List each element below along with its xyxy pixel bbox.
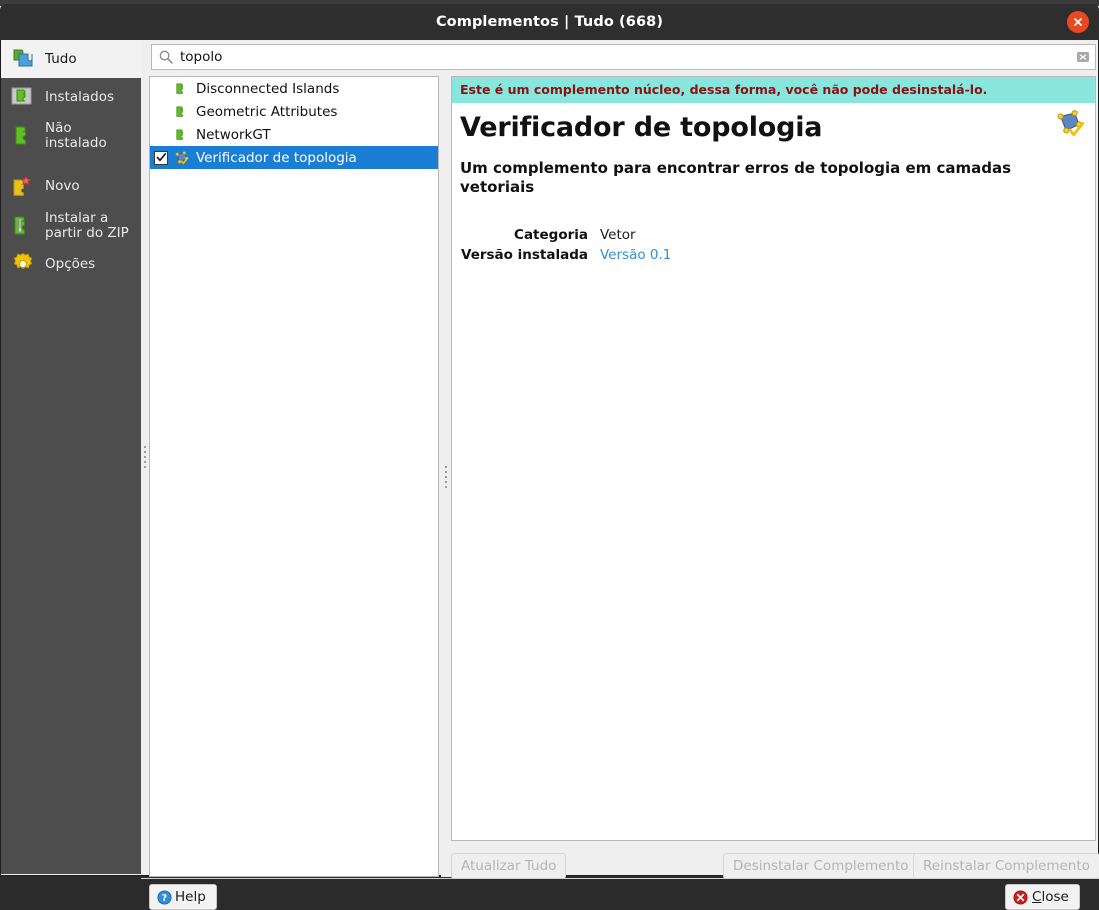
detail-content: Verificador de topologia Um complemento … xyxy=(452,104,1095,265)
sidebar-splitter[interactable] xyxy=(141,40,149,874)
window-titlebar: Complementos | Tudo (668) xyxy=(0,4,1099,40)
sidebar-item-instalar-zip[interactable]: Instalar a partir do ZIP xyxy=(1,206,141,246)
search-row xyxy=(151,44,1096,72)
search-field[interactable] xyxy=(151,44,1096,70)
gear-icon xyxy=(9,250,37,278)
plugin-green-icon xyxy=(173,103,190,120)
plugin-detail-panel: Este é um complemento núcleo, dessa form… xyxy=(451,76,1096,841)
table-row: Versão instalada Versão 0.1 xyxy=(460,245,671,265)
sidebar-item-label: Instalados xyxy=(45,88,115,105)
help-button-label: Help xyxy=(175,889,206,905)
footer-separator xyxy=(141,878,1099,879)
search-icon xyxy=(159,50,173,64)
window-close-button[interactable] xyxy=(1067,11,1089,33)
meta-key: Categoria xyxy=(514,227,588,244)
close-icon xyxy=(1013,889,1028,905)
list-item-label: Geometric Attributes xyxy=(196,103,338,120)
help-button[interactable]: ? Help xyxy=(149,884,217,910)
list-item[interactable]: NetworkGT xyxy=(150,123,438,146)
meta-key: Versão instalada xyxy=(461,247,588,264)
sidebar-item-label: Tudo xyxy=(45,50,77,67)
close-icon xyxy=(1074,18,1082,26)
list-item[interactable]: Verificador de topologia xyxy=(150,146,438,169)
list-item-label: Verificador de topologia xyxy=(196,149,357,166)
sidebar-item-opcoes[interactable]: Opções xyxy=(1,245,141,283)
list-item-label: Disconnected Islands xyxy=(196,80,340,97)
help-icon: ? xyxy=(157,889,172,905)
sidebar-item-label: Instalar a partir do ZIP xyxy=(45,209,129,241)
splitter-grip-icon xyxy=(144,446,146,468)
plugin-zip-icon xyxy=(9,212,37,240)
table-row: Categoria Vetor xyxy=(460,225,671,245)
plugin-list[interactable]: Disconnected Islands Geometric Attribute… xyxy=(149,76,439,877)
core-plugin-banner: Este é um complemento núcleo, dessa form… xyxy=(452,77,1095,104)
sidebar-item-label: Não instalado xyxy=(45,120,107,151)
list-item[interactable]: Disconnected Islands xyxy=(150,77,438,100)
splitter-grip-icon xyxy=(445,465,447,488)
dialog-body: Tudo Instalados Não instalado Novo Insta… xyxy=(0,40,1099,910)
check-icon xyxy=(156,153,166,162)
list-detail-splitter[interactable] xyxy=(441,76,451,877)
list-item-label: NetworkGT xyxy=(196,126,271,143)
list-item[interactable]: Geometric Attributes xyxy=(150,100,438,123)
topology-checker-icon xyxy=(1057,110,1085,137)
close-button-label: Close xyxy=(1032,889,1069,905)
plugins-all-icon xyxy=(9,45,37,73)
sidebar-item-label: Opções xyxy=(45,255,96,272)
update-all-button[interactable]: Atualizar Tudo xyxy=(451,853,567,879)
meta-value: Vetor xyxy=(600,227,636,244)
sidebar-item-novo[interactable]: Novo xyxy=(1,168,141,206)
window-title: Complementos | Tudo (668) xyxy=(435,14,664,30)
sidebar-item-label: Novo xyxy=(45,178,80,195)
plugin-new-icon xyxy=(9,173,37,201)
sidebar-separator xyxy=(1,156,141,168)
plugin-description: Um complemento para encontrar erros de t… xyxy=(460,159,1012,197)
close-accel-letter: C xyxy=(1032,889,1042,905)
topology-checker-icon xyxy=(173,149,190,166)
svg-text:?: ? xyxy=(162,892,167,903)
close-label-rest: lose xyxy=(1041,889,1069,905)
close-button[interactable]: Close xyxy=(1005,884,1080,910)
plugin-green-icon xyxy=(173,80,190,97)
search-input[interactable] xyxy=(180,49,1075,65)
plugin-green-icon xyxy=(173,126,190,143)
clear-icon[interactable] xyxy=(1075,49,1091,65)
plugin-manager-window: Complementos | Tudo (668) Tudo Instalado… xyxy=(0,0,1099,910)
plugin-enabled-checkbox[interactable] xyxy=(154,150,168,165)
main-area: Disconnected Islands Geometric Attribute… xyxy=(141,40,1099,910)
sidebar-item-tudo[interactable]: Tudo xyxy=(1,40,141,78)
sidebar: Tudo Instalados Não instalado Novo Insta… xyxy=(1,40,141,874)
plugin-installed-icon xyxy=(9,83,37,111)
reinstall-plugin-button[interactable]: Reinstalar Complemento xyxy=(913,853,1099,879)
plugin-title: Verificador de topologia xyxy=(460,112,823,143)
sidebar-item-instalados[interactable]: Instalados xyxy=(1,78,141,116)
plugin-metadata-table: Categoria Vetor Versão instalada Versão … xyxy=(460,225,671,265)
sidebar-item-nao-instalado[interactable]: Não instalado xyxy=(1,116,141,156)
plugin-not-installed-icon xyxy=(9,122,37,150)
uninstall-plugin-button[interactable]: Desinstalar Complemento xyxy=(723,853,919,879)
meta-value-link[interactable]: Versão 0.1 xyxy=(600,245,671,265)
